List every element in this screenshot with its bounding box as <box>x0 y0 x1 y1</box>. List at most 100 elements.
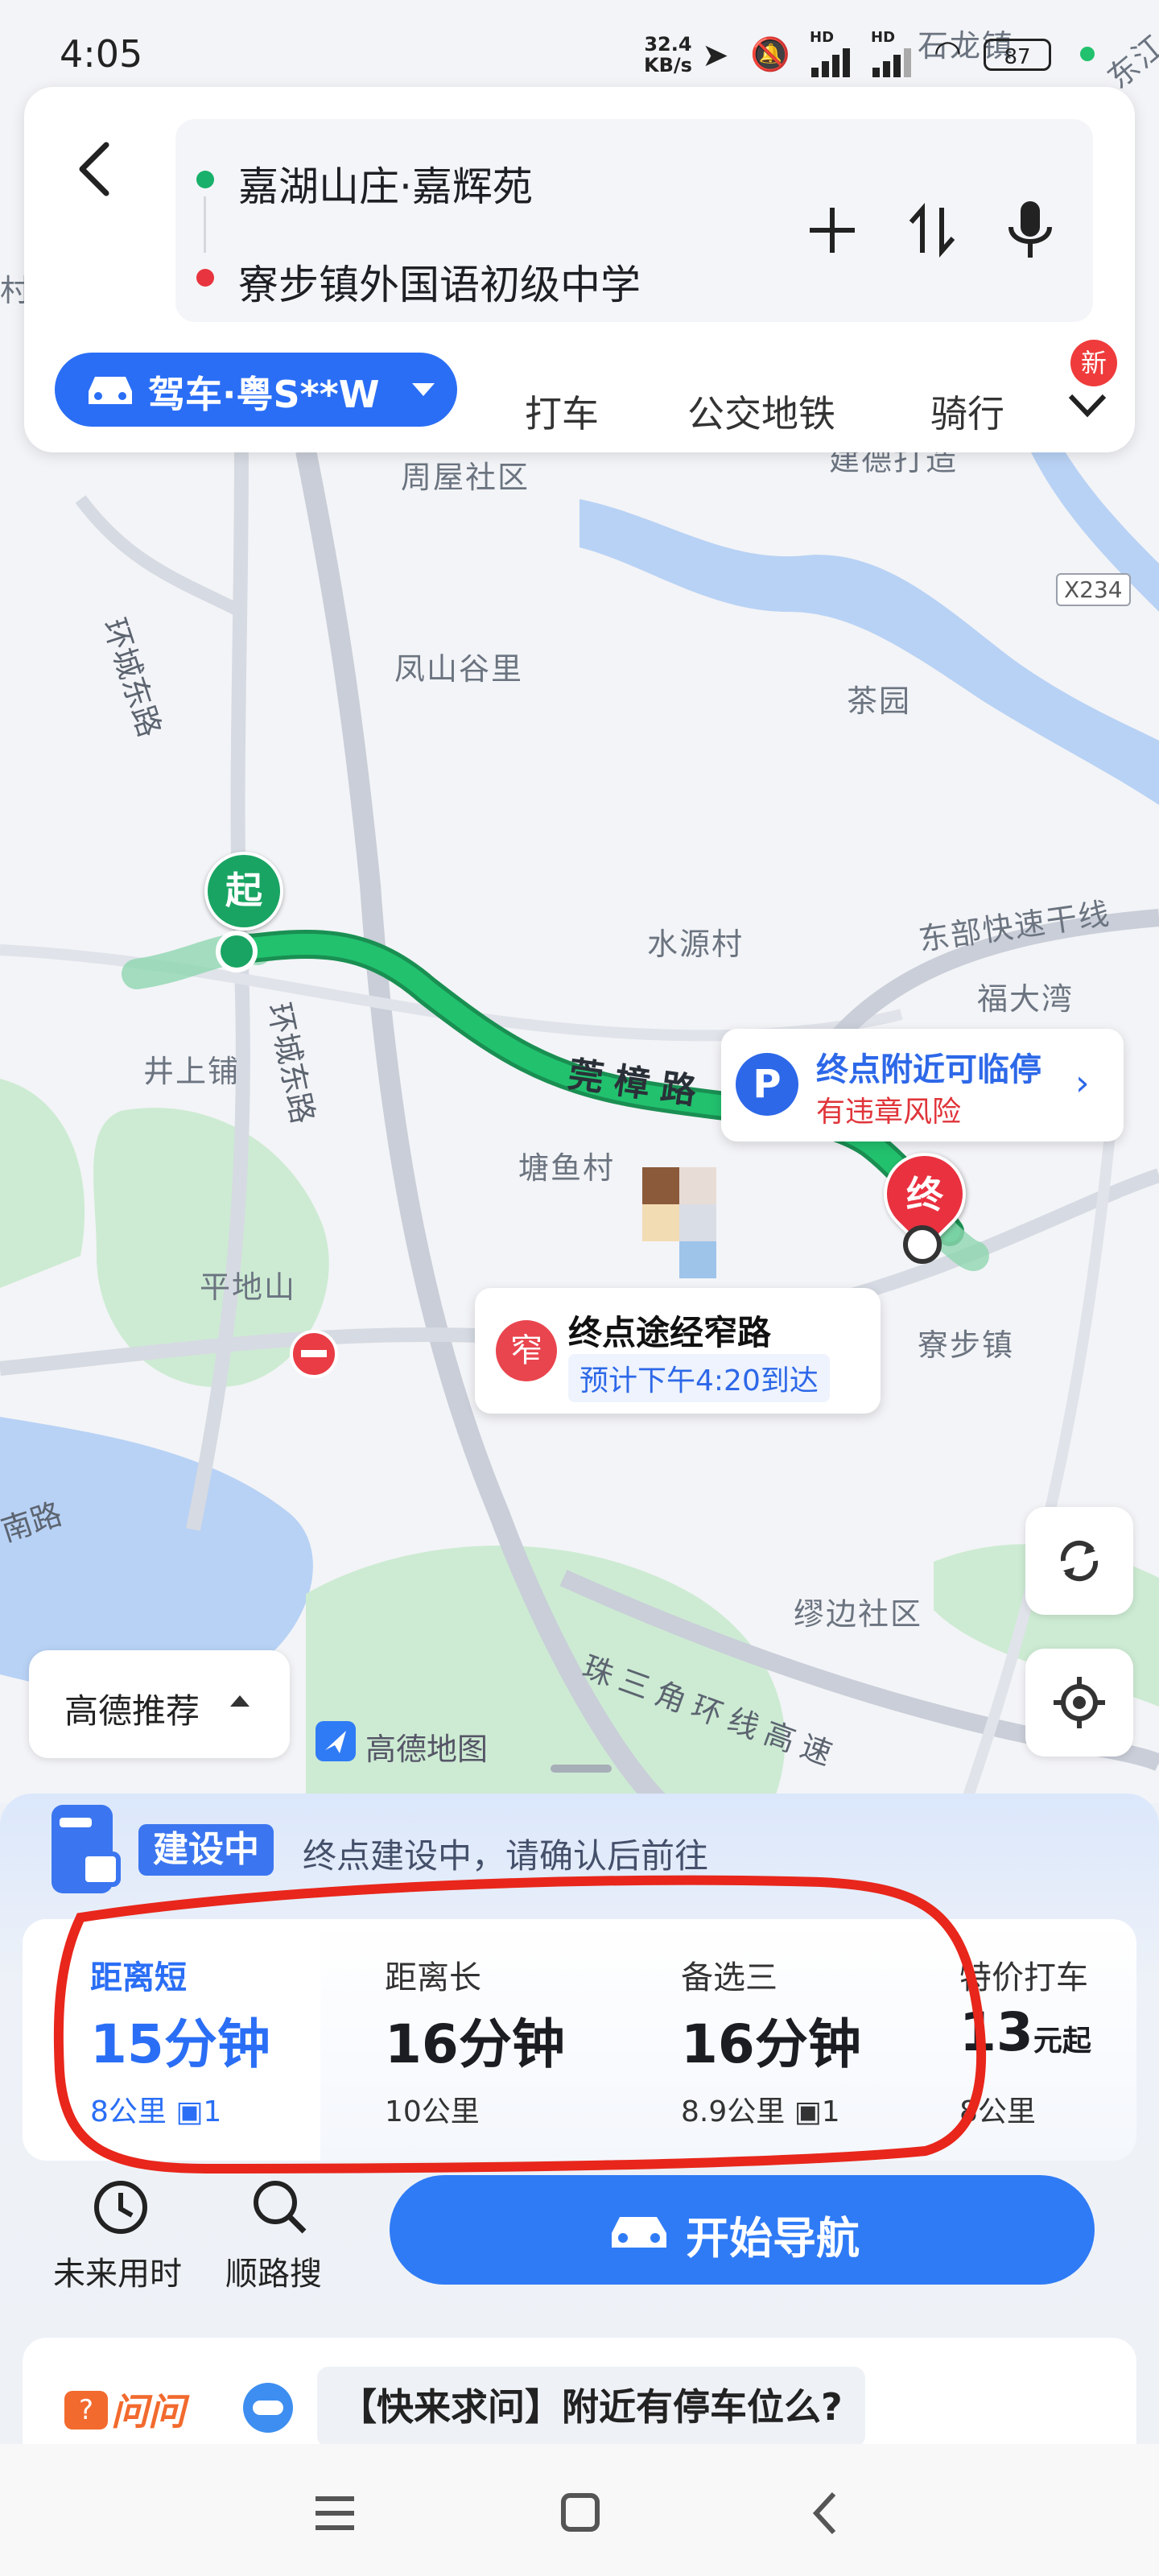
chat-icon: ? <box>64 2391 108 2429</box>
hd-badge: HD <box>871 29 896 46</box>
back-button[interactable] <box>63 132 127 204</box>
location-arrow-icon: ➤ <box>702 37 729 74</box>
menu-button[interactable] <box>303 2484 367 2541</box>
parking-title: 终点附近可临停 <box>816 1051 1041 1088</box>
origin-dot <box>196 171 214 188</box>
search-icon <box>254 2181 307 2234</box>
home-square-icon <box>561 2493 600 2532</box>
plus-icon <box>810 208 855 253</box>
end-marker[interactable]: 终 <box>887 1166 963 1219</box>
along-route-search-label: 顺路搜 <box>225 2256 322 2293</box>
no-entry-icon <box>290 1330 338 1378</box>
map-label: 茶园 <box>847 683 912 719</box>
blur-block <box>679 1241 716 1278</box>
map-label: 凤山谷里 <box>394 651 524 687</box>
network-speed-unit: KB/s <box>644 54 692 76</box>
river <box>580 499 1159 805</box>
map-label: 水源村 <box>647 927 744 962</box>
map-label: 福大湾 <box>977 981 1074 1017</box>
route-preference-dropdown[interactable]: 高德推荐 <box>29 1650 290 1758</box>
destination-dot <box>196 269 214 287</box>
start-navigation-label: 开始导航 <box>686 2213 860 2264</box>
parking-tip[interactable]: P 终点附近可临停 有违章风险 › <box>721 1029 1124 1141</box>
locate-icon <box>1054 1677 1105 1728</box>
ask-question-chip[interactable]: 【快来求问】附近有停车位么? <box>317 2367 865 2447</box>
destination-field[interactable]: 寮步镇外国语初级中学 <box>238 253 641 311</box>
parking-subtitle: 有违章风险 <box>816 1096 962 1129</box>
narrow-road-title: 终点途经窄路 <box>568 1313 772 1352</box>
tab-transit[interactable]: 公交地铁 <box>687 385 835 438</box>
map-label: 缪边社区 <box>794 1596 923 1632</box>
tab-drive[interactable]: 驾车·粤S**W <box>55 353 457 427</box>
drag-handle[interactable] <box>551 1765 612 1773</box>
network-speed: 32.4 KB/s <box>644 34 692 76</box>
back-arrow-icon <box>79 142 109 196</box>
battery-icon: 87 <box>984 39 1051 71</box>
swap-icon <box>909 203 955 258</box>
map-label: 塘鱼村 <box>518 1150 616 1186</box>
wifi-icon: ◠ <box>934 34 962 71</box>
route-inputs: 嘉湖山庄·嘉辉苑 寮步镇外国语初级中学 <box>175 119 1093 322</box>
start-marker[interactable]: 起 <box>204 852 283 931</box>
chevron-right-icon: › <box>1075 1063 1090 1104</box>
signal-icon <box>811 45 861 77</box>
status-bar: 4:05 32.4 KB/s ➤ 🔕 HD HD ◠ 87 <box>0 24 1159 89</box>
car-icon <box>89 377 132 404</box>
refresh-route-button[interactable] <box>1025 1507 1133 1615</box>
along-route-search-button[interactable]: 顺路搜 <box>217 2175 346 2296</box>
green-indicator-dot <box>1080 47 1095 61</box>
mute-icon: 🔕 <box>750 36 790 73</box>
network-speed-value: 32.4 <box>644 33 692 56</box>
map-label: 井上铺 <box>143 1054 241 1089</box>
locate-button[interactable] <box>1025 1649 1133 1757</box>
tab-ride[interactable]: 骑行 <box>930 385 1004 438</box>
amap-logo-icon <box>316 1721 356 1761</box>
tab-taxi[interactable]: 打车 <box>525 385 599 438</box>
caret-down-icon <box>412 383 435 396</box>
caret-up-icon <box>230 1695 250 1707</box>
road-sign-x234: X234 <box>1056 573 1131 606</box>
ask-brand: 问问 <box>111 2390 185 2434</box>
connector-line <box>204 196 206 253</box>
battery-level: 87 <box>1004 45 1031 69</box>
microphone-icon <box>1008 201 1052 258</box>
route-search-card: 嘉湖山庄·嘉辉苑 寮步镇外国语初级中学 驾车·粤S**W 打车 公交地铁 骑行 … <box>24 87 1135 452</box>
route-panel: 建设中 终点建设中，请确认后前往 距离短 15分钟 8公里 ▣1 距离长 16分… <box>0 1794 1159 2499</box>
blur-block <box>642 1167 679 1204</box>
end-point-dot <box>903 1225 942 1264</box>
menu-icon <box>316 2496 354 2530</box>
construction-badge: 建设中 <box>138 1824 274 1876</box>
narrow-road-icon: 窄 <box>496 1320 557 1381</box>
add-waypoint-button[interactable] <box>800 198 864 262</box>
voice-button[interactable] <box>996 195 1064 266</box>
new-badge: 新 <box>1070 340 1117 386</box>
map-label: 平地山 <box>200 1269 297 1305</box>
brand-watermark: 高德地图 <box>365 1732 489 1767</box>
narrow-road-tip[interactable]: 窄 终点途经窄路 预计下午4:20到达 <box>475 1288 881 1414</box>
system-navigation-bar <box>0 2444 1159 2576</box>
start-navigation-button[interactable]: 开始导航 <box>390 2175 1095 2285</box>
origin-field[interactable]: 嘉湖山庄·嘉辉苑 <box>238 155 533 213</box>
map-label: 寮步镇 <box>918 1327 1015 1363</box>
arrival-estimate: 预计下午4:20到达 <box>568 1354 830 1402</box>
future-time-button[interactable]: 未来用时 <box>48 2175 193 2296</box>
annotation-circle <box>53 1875 987 2174</box>
route-preference-label: 高德推荐 <box>64 1691 200 1731</box>
blur-block <box>679 1167 716 1204</box>
swap-button[interactable] <box>900 198 964 262</box>
hd-badge: HD <box>810 29 835 46</box>
map-label: 周屋社区 <box>401 460 530 495</box>
blur-block <box>679 1204 716 1241</box>
blur-block <box>642 1204 679 1241</box>
assistant-avatar <box>243 2383 293 2433</box>
clock: 4:05 <box>60 32 143 76</box>
parking-icon: P <box>736 1053 798 1116</box>
car-icon <box>612 2217 666 2248</box>
system-back-button[interactable] <box>794 2484 858 2541</box>
signal-icon-2 <box>872 45 922 77</box>
price-unit: 元起 <box>1033 2025 1091 2058</box>
refresh-icon <box>1060 1540 1099 1582</box>
home-button[interactable] <box>547 2484 612 2541</box>
tab-drive-label: 驾车·粤S**W <box>148 373 380 416</box>
future-time-label: 未来用时 <box>53 2256 182 2293</box>
